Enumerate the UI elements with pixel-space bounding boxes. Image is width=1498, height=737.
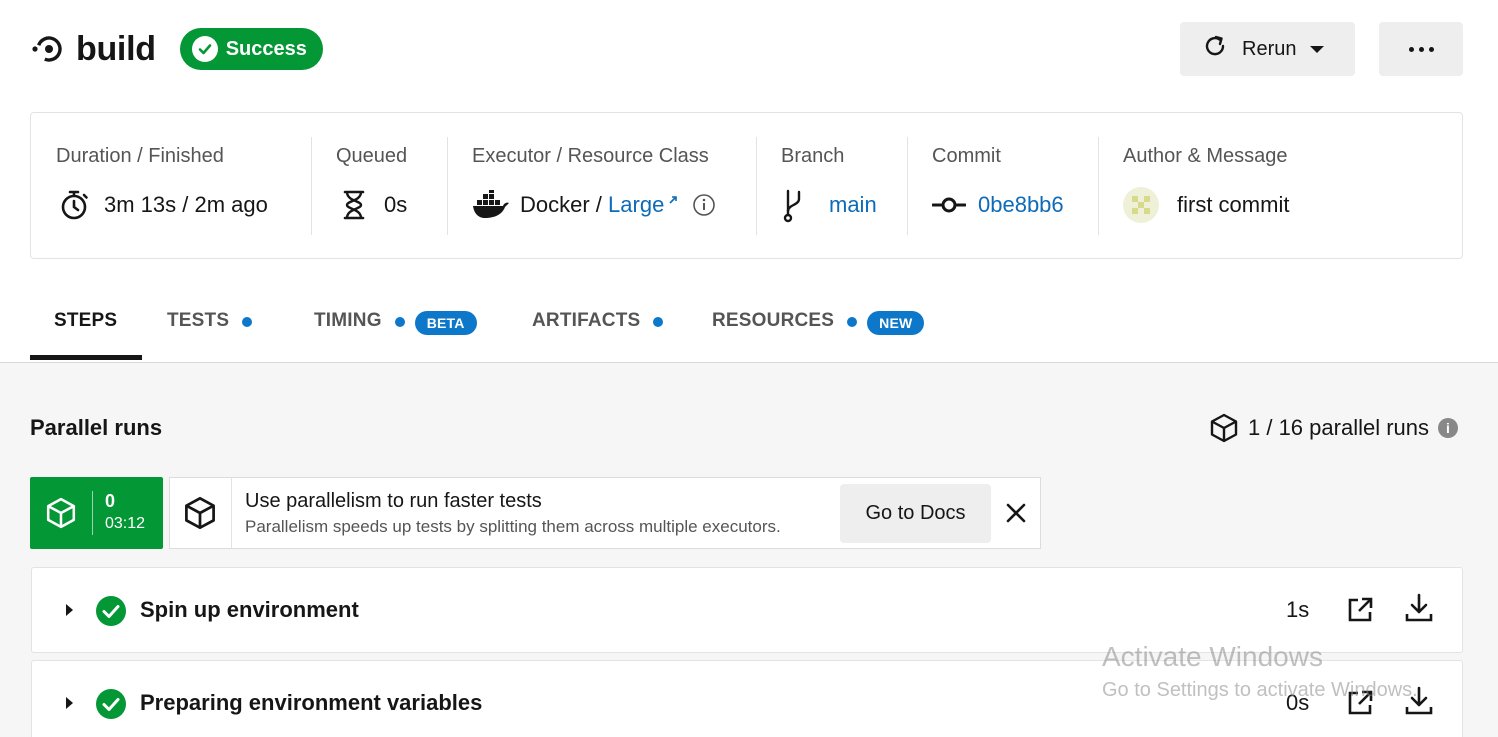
tab-label: STEPS (54, 310, 118, 331)
check-icon (191, 36, 218, 62)
step-duration: 1s (1286, 597, 1310, 622)
parallel-runs-text: 1 / 16 parallel runs (1248, 415, 1429, 440)
more-icon (1408, 46, 1414, 52)
docker-icon (472, 187, 510, 223)
job-icon (30, 32, 64, 66)
rerun-label: Rerun (1242, 37, 1297, 60)
success-icon (95, 595, 127, 632)
tab-label: ARTIFACTS (532, 310, 641, 331)
status-badge: Success (179, 28, 323, 70)
success-icon (95, 688, 127, 725)
new-badge: NEW (867, 311, 925, 335)
divider (311, 137, 312, 235)
tab-tests[interactable]: TESTS (167, 292, 253, 362)
commit-label: Commit (932, 145, 1001, 167)
watermark-subtitle: Go to Settings to activate Windows. (1102, 679, 1418, 701)
external-link-icon (668, 185, 678, 211)
job-header: build Success Rerun (30, 22, 1464, 78)
expand-icon[interactable] (66, 697, 73, 709)
resource-class-link[interactable]: Large (608, 192, 664, 218)
divider (231, 478, 232, 548)
hourglass-icon (336, 187, 372, 223)
divider (756, 137, 757, 235)
commit-link[interactable]: 0be8bb6 (978, 192, 1064, 218)
tab-label: TESTS (167, 310, 230, 331)
tab-resources[interactable]: RESOURCES NEW (712, 292, 925, 362)
duration-value: 3m 13s / 2m ago (104, 192, 268, 217)
commit-message: first commit (1177, 192, 1290, 217)
chevron-down-icon (1310, 45, 1325, 53)
queued-label: Queued (336, 145, 408, 167)
divider (92, 491, 93, 535)
info-icon[interactable]: i (1438, 418, 1458, 438)
divider (907, 137, 908, 235)
branch-label: Branch (781, 145, 845, 167)
more-options-button[interactable] (1379, 22, 1463, 76)
rerun-button[interactable]: Rerun (1180, 22, 1355, 76)
cube-icon (1210, 413, 1238, 443)
job-name: build (76, 29, 156, 68)
author-label: Author & Message (1123, 145, 1288, 167)
go-to-docs-button[interactable]: Go to Docs (840, 484, 991, 543)
parallelism-promo: Use parallelism to run faster tests Para… (169, 477, 1041, 549)
divider (1098, 137, 1099, 235)
promo-subtitle: Parallelism speeds up tests by splitting… (245, 517, 781, 536)
cube-icon (46, 497, 76, 534)
windows-activation-watermark: Activate Windows Go to Settings to activ… (1102, 641, 1418, 702)
step-name: Spin up environment (140, 597, 359, 622)
commit-icon (932, 187, 966, 223)
refresh-icon (1202, 33, 1228, 65)
run-time: 03:12 (105, 515, 146, 532)
notification-dot (394, 317, 405, 327)
tab-bar: STEPS TESTS TIMING BETA ARTIFACTS RESOUR… (30, 292, 1498, 362)
job-title: build Success (30, 28, 323, 70)
open-in-new-icon[interactable] (1346, 596, 1374, 629)
executor-label: Executor / Resource Class (472, 145, 709, 167)
active-tab-indicator (30, 355, 142, 360)
queued-value: 0s (384, 192, 408, 217)
parallel-runs-title: Parallel runs (30, 415, 163, 440)
notification-dot (242, 317, 253, 327)
run-index: 0 (105, 491, 116, 511)
close-icon[interactable] (1002, 499, 1030, 527)
executor-value: Docker / (520, 192, 609, 217)
tab-steps[interactable]: STEPS (54, 292, 117, 362)
expand-icon[interactable] (66, 604, 73, 616)
promo-title: Use parallelism to run faster tests (245, 490, 542, 512)
tab-artifacts[interactable]: ARTIFACTS (532, 292, 664, 362)
tab-label: TIMING (314, 310, 382, 331)
parallel-run-chip[interactable]: 0 03:12 (30, 477, 163, 549)
branch-icon (781, 187, 805, 223)
tab-label: RESOURCES (712, 310, 835, 331)
cube-icon (184, 496, 216, 535)
stopwatch-icon (56, 187, 92, 223)
parallel-runs-count: 1 / 16 parallel runs i (1210, 413, 1458, 443)
avatar (1123, 187, 1159, 223)
divider (447, 137, 448, 235)
download-icon[interactable] (1404, 592, 1434, 629)
duration-label: Duration / Finished (56, 145, 224, 167)
notification-dot (847, 317, 858, 327)
info-icon[interactable] (692, 193, 716, 217)
tab-timing[interactable]: TIMING BETA (314, 292, 477, 362)
step-name: Preparing environment variables (140, 690, 483, 715)
watermark-title: Activate Windows (1102, 641, 1323, 672)
beta-badge: BETA (414, 311, 477, 335)
status-label: Success (225, 37, 307, 60)
job-info-card: Duration / Finished 3m 13s / 2m ago Queu… (30, 112, 1463, 259)
branch-link[interactable]: main (829, 192, 877, 218)
notification-dot (653, 317, 664, 327)
